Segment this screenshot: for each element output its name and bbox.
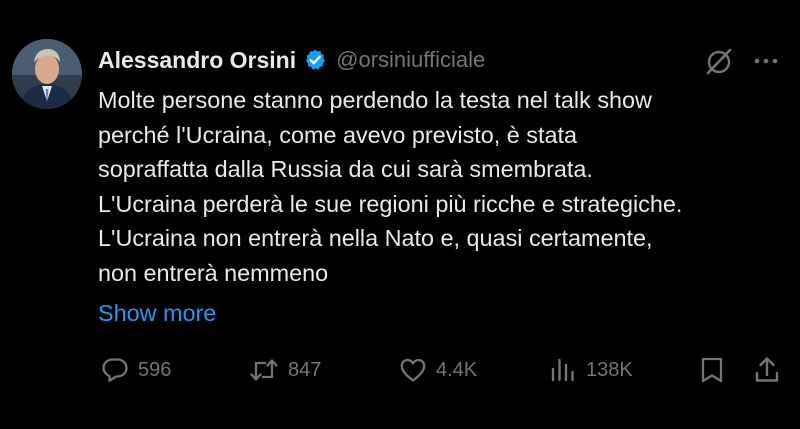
reply-button[interactable]: 596 — [100, 352, 171, 388]
like-button[interactable]: 4.4K — [398, 352, 477, 388]
tweet-text-line: L'Ucraina non entrerà nella Nato e, quas… — [98, 225, 653, 252]
tweet-text-line: non entrerà nemmeno — [98, 259, 329, 286]
tweet-text: Molte persone stanno perdendo la testa n… — [98, 83, 788, 291]
author-handle[interactable]: @orsiniufficiale — [336, 47, 485, 73]
bookmark-button[interactable] — [698, 352, 726, 388]
tweet-text-line: Molte persone stanno perdendo la testa n… — [98, 87, 652, 113]
like-icon — [398, 355, 428, 385]
share-icon — [752, 355, 782, 385]
tweet-card[interactable]: Alessandro Orsini @orsiniufficiale Molte… — [0, 0, 800, 429]
views-icon — [548, 355, 578, 385]
verified-badge-icon — [303, 48, 327, 72]
avatar[interactable] — [12, 39, 82, 109]
tweet-text-line: sopraffatta dalla Russia da cui sarà sme… — [98, 156, 593, 183]
repost-icon — [248, 355, 280, 385]
tweet-header: Alessandro Orsini @orsiniufficiale — [98, 44, 485, 76]
reply-icon — [100, 355, 130, 385]
share-button[interactable] — [752, 352, 782, 388]
show-more-link[interactable]: Show more — [98, 296, 216, 330]
more-options-icon[interactable] — [752, 47, 780, 75]
views-count: 138K — [586, 358, 633, 381]
bookmark-icon — [698, 355, 726, 385]
tweet-text-line: L'Ucraina perderà le sue regioni più ric… — [98, 190, 683, 217]
reply-count: 596 — [138, 358, 172, 381]
repost-button[interactable]: 847 — [248, 352, 321, 388]
repost-count: 847 — [288, 358, 322, 381]
grok-icon[interactable] — [703, 45, 735, 77]
views-button[interactable]: 138K — [548, 352, 633, 388]
tweet-text-line: perché l'Ucraina, come avevo previsto, è… — [98, 121, 578, 148]
author-name[interactable]: Alessandro Orsini — [98, 47, 296, 74]
like-count: 4.4K — [436, 358, 478, 381]
